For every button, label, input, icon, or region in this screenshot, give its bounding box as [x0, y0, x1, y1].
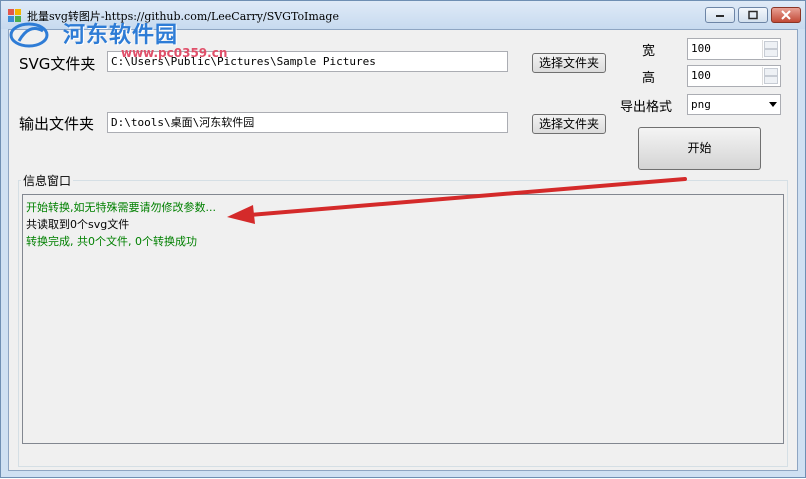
- output-folder-label: 输出文件夹: [19, 115, 95, 133]
- select-output-folder-button[interactable]: 选择文件夹: [532, 114, 606, 134]
- log-line: 开始转换,如无特殊需要请勿修改参数...: [26, 201, 216, 214]
- width-value: 100: [691, 42, 711, 55]
- main-form: SVG文件夹 C:\Users\Public\Pictures\Sample P…: [8, 29, 798, 471]
- format-value: png: [691, 98, 711, 111]
- log-line: 共读取到0个svg文件: [26, 218, 130, 231]
- spin-up-icon[interactable]: [764, 68, 778, 76]
- close-button[interactable]: [771, 7, 801, 23]
- maximize-button[interactable]: [738, 7, 768, 23]
- info-window-title: 信息窗口: [21, 172, 74, 189]
- watermark-text: 河东软件园: [63, 23, 179, 48]
- select-svg-folder-button[interactable]: 选择文件夹: [532, 53, 606, 73]
- width-label: 宽: [642, 44, 656, 59]
- minimize-button[interactable]: [705, 7, 735, 23]
- width-spinner[interactable]: [762, 40, 779, 58]
- maximize-icon: [748, 10, 758, 20]
- width-input[interactable]: 100: [687, 38, 781, 60]
- watermark-url: www.pc0359.cn: [121, 46, 228, 60]
- log-line: 转换完成, 共0个文件, 0个转换成功: [26, 235, 197, 248]
- spin-up-icon[interactable]: [764, 41, 778, 49]
- close-icon: [781, 10, 791, 20]
- format-label: 导出格式: [620, 100, 673, 115]
- height-value: 100: [691, 69, 711, 82]
- app-window: 批量svg转图片-https://github.com/LeeCarry/SVG…: [0, 0, 806, 478]
- output-folder-input[interactable]: D:\tools\桌面\河东软件园: [107, 112, 508, 133]
- height-spinner[interactable]: [762, 67, 779, 85]
- height-label: 高: [642, 71, 656, 86]
- svg-folder-label: SVG文件夹: [19, 55, 96, 73]
- minimize-icon: [716, 15, 724, 17]
- watermark-logo: [9, 22, 49, 48]
- format-select[interactable]: png: [687, 94, 781, 115]
- height-input[interactable]: 100: [687, 65, 781, 87]
- chevron-down-icon[interactable]: [769, 102, 777, 107]
- spin-down-icon[interactable]: [764, 49, 778, 57]
- spin-down-icon[interactable]: [764, 76, 778, 84]
- info-log[interactable]: 开始转换,如无特殊需要请勿修改参数... 共读取到0个svg文件 转换完成, 共…: [22, 194, 784, 444]
- start-button[interactable]: 开始: [638, 127, 761, 170]
